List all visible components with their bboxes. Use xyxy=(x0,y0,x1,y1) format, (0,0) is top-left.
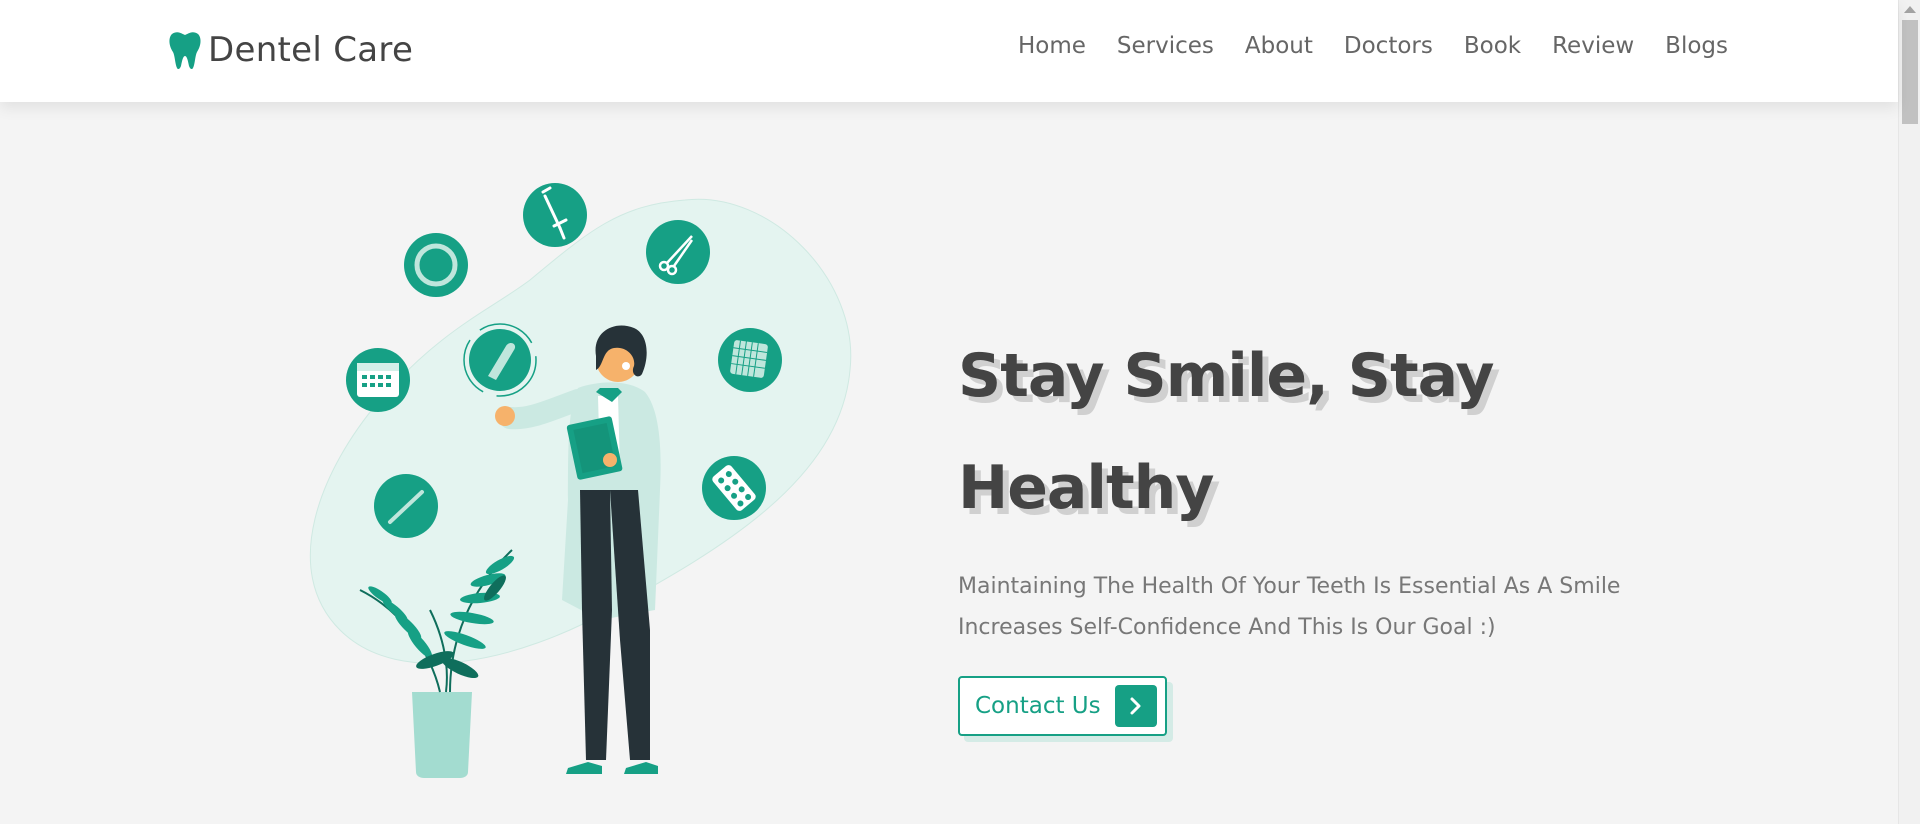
dental-probe-icon xyxy=(374,474,438,538)
site-header: Dentel Care Home Services About Doctors … xyxy=(0,0,1898,102)
scroll-thumb[interactable] xyxy=(1902,20,1918,124)
nav-blogs[interactable]: Blogs xyxy=(1665,33,1728,59)
hero-section: Stay Smile, Stay Healthy Maintaining The… xyxy=(958,320,1718,736)
nav-home[interactable]: Home xyxy=(1018,33,1086,59)
calendar-icon xyxy=(346,348,410,412)
main-nav: Home Services About Doctors Book Review … xyxy=(1018,33,1728,59)
nav-about[interactable]: About xyxy=(1245,33,1313,59)
gauze-icon xyxy=(718,328,782,392)
nav-book[interactable]: Book xyxy=(1464,33,1521,59)
brand-logo[interactable]: Dentel Care xyxy=(168,28,413,72)
chevron-right-icon xyxy=(1114,685,1157,727)
nav-review[interactable]: Review xyxy=(1552,33,1634,59)
ring-icon xyxy=(404,233,468,297)
scissors-icon xyxy=(646,220,710,284)
page-scrollbar[interactable] xyxy=(1898,0,1920,824)
contact-us-label: Contact Us xyxy=(975,693,1101,719)
brand-name: Dentel Care xyxy=(208,30,414,70)
syringe-icon xyxy=(523,183,587,247)
dentist-illustration xyxy=(309,183,852,778)
pill-pack-icon xyxy=(702,456,766,520)
tooth-icon xyxy=(169,32,201,70)
nav-services[interactable]: Services xyxy=(1117,33,1214,59)
hero-headline: Stay Smile, Stay Healthy xyxy=(958,341,1494,523)
contact-us-button[interactable]: Contact Us xyxy=(958,676,1167,736)
hero-description: Maintaining The Health Of Your Teeth Is … xyxy=(958,574,1621,640)
scroll-up-arrow-icon[interactable] xyxy=(1904,6,1916,13)
nav-doctors[interactable]: Doctors xyxy=(1344,33,1433,59)
